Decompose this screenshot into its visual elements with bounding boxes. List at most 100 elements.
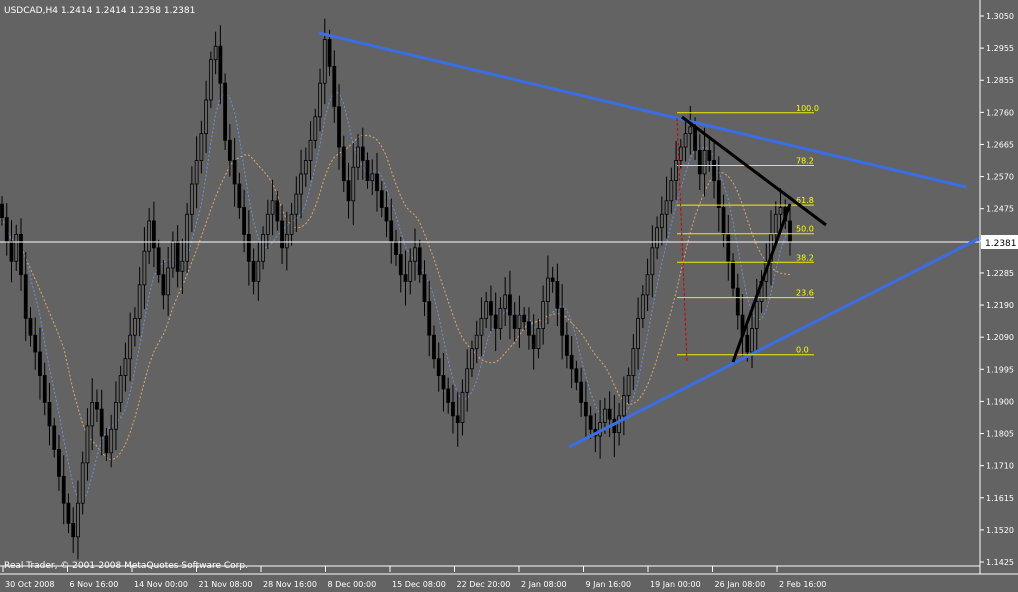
candle-body (90, 401, 95, 427)
candle-body (631, 348, 636, 376)
fib-level-label: 50.0 (796, 225, 814, 234)
candle-body (531, 334, 536, 350)
chart-title: USDCAD,H4 1.2414 1.2414 1.2358 1.2381 (4, 6, 195, 16)
time-axis-label: 14 Nov 00:00 (134, 580, 188, 589)
candle-body (156, 247, 161, 276)
candle-body (104, 435, 109, 454)
candle-body (479, 317, 484, 336)
candle-body (693, 126, 697, 151)
candle-body (365, 160, 370, 182)
candle-body (788, 220, 792, 242)
candle-body (750, 328, 754, 353)
candle-body (417, 247, 422, 276)
time-axis-label: 22 Dec 20:00 (457, 580, 511, 589)
candle-body (379, 190, 384, 208)
candle-body (508, 294, 512, 316)
candle-body (408, 260, 413, 282)
price-axis-label: 1.2760 (986, 108, 1014, 117)
candle-body (773, 213, 778, 235)
candle-body (574, 368, 579, 383)
time-axis-label: 2 Jan 08:00 (521, 580, 567, 589)
time-axis-label: 26 Jan 08:00 (715, 580, 766, 589)
candle-body (564, 334, 569, 356)
fib-level-label: 100.0 (796, 104, 819, 113)
candle-body (0, 203, 4, 219)
candle-body (128, 334, 133, 360)
candle-body (137, 284, 142, 319)
price-axis-label: 1.1900 (986, 397, 1014, 406)
candle-body (33, 334, 38, 353)
candle-body (299, 173, 303, 195)
candle-body (152, 220, 156, 249)
candle-body (170, 240, 175, 269)
candle-body (436, 358, 441, 376)
fib-level-label: 38.2 (796, 253, 814, 262)
candle-body (655, 227, 659, 249)
candle-body (66, 502, 71, 524)
candle-body (460, 391, 465, 423)
candle-body (284, 233, 289, 249)
candle-body (394, 240, 398, 255)
candle-body (683, 133, 688, 148)
candle-body (261, 233, 265, 262)
candle-body (707, 149, 712, 161)
candle-body (583, 401, 588, 417)
candle-body (356, 146, 360, 168)
candle-body (455, 415, 460, 423)
current-price-tag: 1.2381 (985, 239, 1017, 249)
candle-body (14, 233, 19, 262)
time-axis-label: 30 Oct 2008 (5, 580, 54, 589)
candle-body (4, 217, 9, 242)
price-axis-label: 1.2475 (986, 205, 1014, 214)
candle-body (313, 116, 318, 141)
candle-body (375, 173, 379, 192)
candle-body (384, 207, 389, 222)
candle-body (109, 428, 114, 454)
fib-level-label: 0.0 (796, 346, 809, 355)
time-axis-label: 8 Dec 00:00 (328, 580, 377, 589)
candle-body (52, 425, 57, 450)
candle-body (9, 240, 14, 262)
chart-area[interactable]: 100.078.261.850.038.223.60.0 1.30501.295… (0, 0, 1018, 592)
candle-body (555, 281, 560, 309)
candle-body (541, 301, 546, 329)
candle-body (484, 301, 489, 319)
candle-body (517, 314, 522, 329)
candle-body (142, 250, 147, 286)
candle-body (669, 180, 674, 202)
candle-body (289, 213, 294, 235)
candle-body (522, 314, 527, 323)
candle-body (280, 220, 284, 249)
candle-body (114, 401, 118, 430)
candle-body (265, 213, 270, 235)
candle-body (398, 254, 403, 276)
price-axis-label: 1.1520 (986, 526, 1014, 535)
candle-body (332, 66, 337, 108)
candle-body (232, 160, 237, 185)
price-axis-label: 1.1805 (986, 430, 1014, 439)
candle-body (337, 106, 341, 148)
price-axis-label: 1.2665 (986, 140, 1014, 149)
candle-body (189, 183, 194, 215)
candle-body (678, 146, 683, 161)
candle-body (19, 233, 23, 276)
candle-body (536, 328, 541, 350)
candle-body (465, 368, 470, 393)
candle-body (778, 207, 783, 215)
price-axis-label: 1.2090 (986, 333, 1014, 342)
candle-body (71, 522, 76, 538)
candle-body (721, 207, 726, 235)
price-axis-label: 1.2190 (986, 301, 1014, 310)
price-axis-label: 1.1425 (986, 558, 1014, 567)
candle-body (346, 180, 351, 202)
candle-body (57, 449, 61, 477)
candle-body (199, 133, 204, 161)
candle-body (99, 408, 104, 437)
candle-body (294, 193, 299, 215)
fib-level-label: 78.2 (796, 157, 814, 166)
candle-body (640, 294, 645, 319)
candle-body (474, 334, 479, 350)
price-axis-label: 1.2285 (986, 269, 1014, 278)
price-axis-label: 1.1710 (986, 462, 1014, 471)
candle-body (303, 160, 308, 175)
